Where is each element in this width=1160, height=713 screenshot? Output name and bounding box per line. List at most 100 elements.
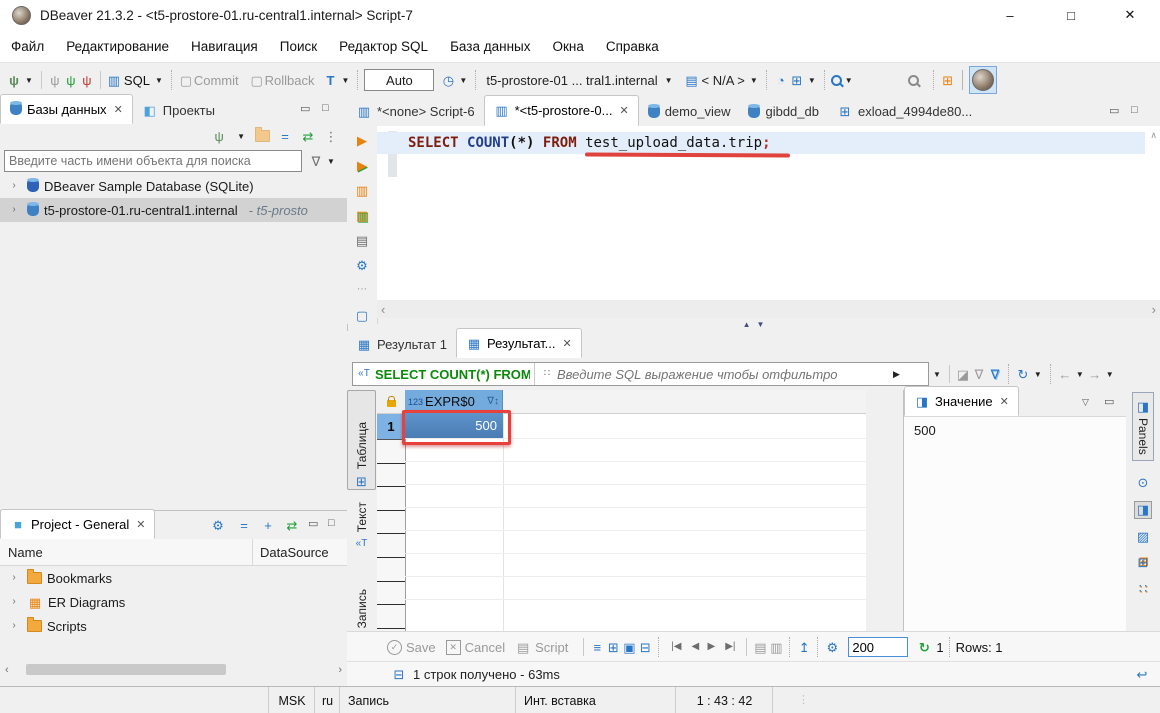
sash-up-icon[interactable]: ▲ [743, 320, 751, 329]
dashboard-icon[interactable] [773, 72, 789, 88]
new-connection-dropdown-icon[interactable]: ▼ [25, 76, 33, 85]
add-row-icon[interactable] [605, 639, 621, 655]
transaction-dropdown-icon[interactable]: ▼ [342, 76, 350, 85]
value-content[interactable]: 500 [904, 417, 1127, 444]
aggregate-panel-icon[interactable] [1135, 581, 1151, 597]
refresh-dropdown-icon[interactable]: ▼ [1034, 370, 1042, 379]
delete-row-icon[interactable] [637, 639, 653, 655]
execute-statement-icon[interactable] [354, 132, 370, 148]
value-minimize-icon[interactable]: ▭ [1104, 395, 1114, 408]
minimize-button[interactable]: – [988, 0, 1032, 30]
tab-value[interactable]: Значение ✕ [904, 386, 1019, 416]
save-button[interactable]: ✓ Save [387, 640, 436, 655]
tab-close-icon[interactable]: ✕ [563, 337, 572, 350]
grid-settings-icon[interactable] [824, 639, 840, 655]
project-maximize-icon[interactable]: □ [328, 517, 335, 529]
tree-item-sample-database[interactable]: DBeaver Sample Database (SQLite) [0, 174, 347, 198]
expander-icon[interactable] [6, 594, 22, 610]
disconnect-icon[interactable] [79, 72, 95, 88]
fetch-page-icon[interactable] [752, 639, 768, 655]
expand-filter-icon[interactable] [539, 366, 555, 382]
cursor-position-indicator[interactable]: 1 : 43 : 42 [675, 687, 773, 713]
menu-edit[interactable]: Редактирование [55, 32, 180, 61]
presentation-tab-text[interactable]: Текст [348, 494, 375, 552]
timezone-indicator[interactable]: MSK [268, 687, 315, 713]
connect-icon[interactable] [47, 72, 63, 88]
scroll-left-icon[interactable]: ‹ [5, 664, 9, 676]
panel-minimize-icon[interactable]: ▭ [300, 102, 310, 115]
view-menu-icon[interactable] [323, 128, 339, 144]
column-sort-filter-icon[interactable]: ∇↕ [487, 396, 499, 407]
dbeaver-perspective-button[interactable] [969, 66, 997, 94]
project-minimize-icon[interactable]: ▭ [308, 517, 318, 530]
close-button[interactable]: ✕ [1108, 0, 1152, 30]
tree-item-scripts[interactable]: Scripts [0, 614, 347, 638]
sql-filter-input[interactable] [555, 366, 889, 383]
nav-back-icon[interactable] [1057, 366, 1073, 382]
explain-plan-icon[interactable] [354, 232, 370, 248]
tab-script-6[interactable]: *<none> Script-6 [347, 97, 484, 126]
nav-back-dropdown-icon[interactable]: ▼ [1076, 370, 1084, 379]
network-profile-icon[interactable] [789, 72, 805, 88]
tab-databases-close-icon[interactable]: ✕ [114, 103, 123, 116]
tree-item-t5-prostore[interactable]: t5-prostore-01.ru-central1.internal - t5… [0, 198, 347, 222]
hscroll-right-icon[interactable]: › [1152, 302, 1156, 317]
quick-access-search-icon[interactable] [908, 75, 919, 86]
insert-mode-indicator[interactable]: Инт. вставка [515, 687, 684, 713]
tab-demo-view[interactable]: demo_view [639, 97, 740, 126]
calc-panel-icon[interactable] [1135, 529, 1151, 545]
toggle-layout-icon[interactable] [1134, 667, 1150, 683]
tree-item-bookmarks[interactable]: Bookmarks [0, 566, 347, 590]
filter-dropdown-icon[interactable]: ▼ [327, 157, 335, 166]
erase-filter-icon[interactable] [955, 366, 971, 382]
execute-script-new-icon[interactable] [354, 207, 370, 223]
cancel-button[interactable]: ✕ Cancel [446, 640, 505, 655]
fetch-all-icon[interactable] [768, 639, 784, 655]
column-header-datasource[interactable]: DataSource [260, 545, 329, 560]
project-expand-icon[interactable] [260, 517, 276, 533]
execute-new-tab-icon[interactable] [354, 157, 370, 173]
metadata-panel-icon[interactable] [1135, 555, 1151, 571]
editor-settings-icon[interactable] [354, 257, 370, 273]
sql-editor-icon[interactable] [106, 72, 122, 88]
editor-maximize-icon[interactable]: □ [1131, 104, 1138, 116]
save-filter-icon[interactable] [987, 366, 1003, 382]
filter-history-dropdown-icon[interactable]: ▼ [933, 370, 941, 379]
menu-window[interactable]: Окна [541, 32, 594, 61]
menu-sql-editor[interactable]: Редактор SQL [328, 32, 439, 61]
schema-dropdown-icon[interactable]: ▼ [750, 76, 758, 85]
remove-filter-icon[interactable] [971, 366, 987, 382]
first-row-icon[interactable] [665, 639, 687, 655]
scroll-thumb[interactable] [26, 664, 226, 675]
object-search-input[interactable] [4, 150, 302, 172]
tab-gibdd-db[interactable]: gibdd_db [739, 97, 828, 126]
editor-scroll-up-icon[interactable]: ∧ [1150, 130, 1157, 141]
presentation-tab-grid[interactable]: Таблица [347, 390, 376, 490]
connection-selector[interactable]: t5-prostore-01 ... tral1.internal [486, 73, 657, 88]
nav-connection-dropdown-icon[interactable]: ▼ [237, 132, 245, 141]
menu-search[interactable]: Поиск [269, 32, 328, 61]
tab-project-close-icon[interactable]: ✕ [136, 518, 145, 531]
execute-script-icon[interactable] [354, 182, 370, 198]
language-indicator[interactable]: ru [314, 687, 340, 713]
tools-dropdown-icon[interactable]: ▼ [808, 76, 816, 85]
export-data-icon[interactable] [796, 639, 812, 655]
open-perspective-icon[interactable] [940, 72, 956, 88]
menu-help[interactable]: Справка [595, 32, 670, 61]
tab-close-icon[interactable]: ✕ [619, 104, 628, 117]
maximize-button[interactable]: □ [1049, 0, 1093, 30]
schema-selector[interactable]: < N/A > [702, 73, 745, 88]
tab-databases[interactable]: Базы данных ✕ [0, 94, 133, 124]
expander-icon[interactable] [6, 202, 22, 218]
sql-code-line[interactable]: SELECT COUNT(*) FROM test_upload_data.tr… [408, 135, 771, 151]
transaction-history-icon[interactable] [440, 72, 456, 88]
reconnect-icon[interactable] [63, 72, 79, 88]
tab-projects[interactable]: Проекты [133, 96, 224, 124]
value-viewer-panel-icon[interactable] [1134, 501, 1152, 519]
tab-exload[interactable]: exload_4994de80... [828, 97, 981, 126]
next-row-icon[interactable] [703, 639, 719, 655]
panels-toggle-button[interactable]: Panels [1132, 392, 1154, 461]
row-mode-indicator[interactable]: Запись [339, 687, 524, 713]
sql-editor[interactable]: SELECT COUNT(*) FROM test_upload_data.tr… [377, 126, 1160, 300]
script-button[interactable]: Script [515, 639, 568, 655]
